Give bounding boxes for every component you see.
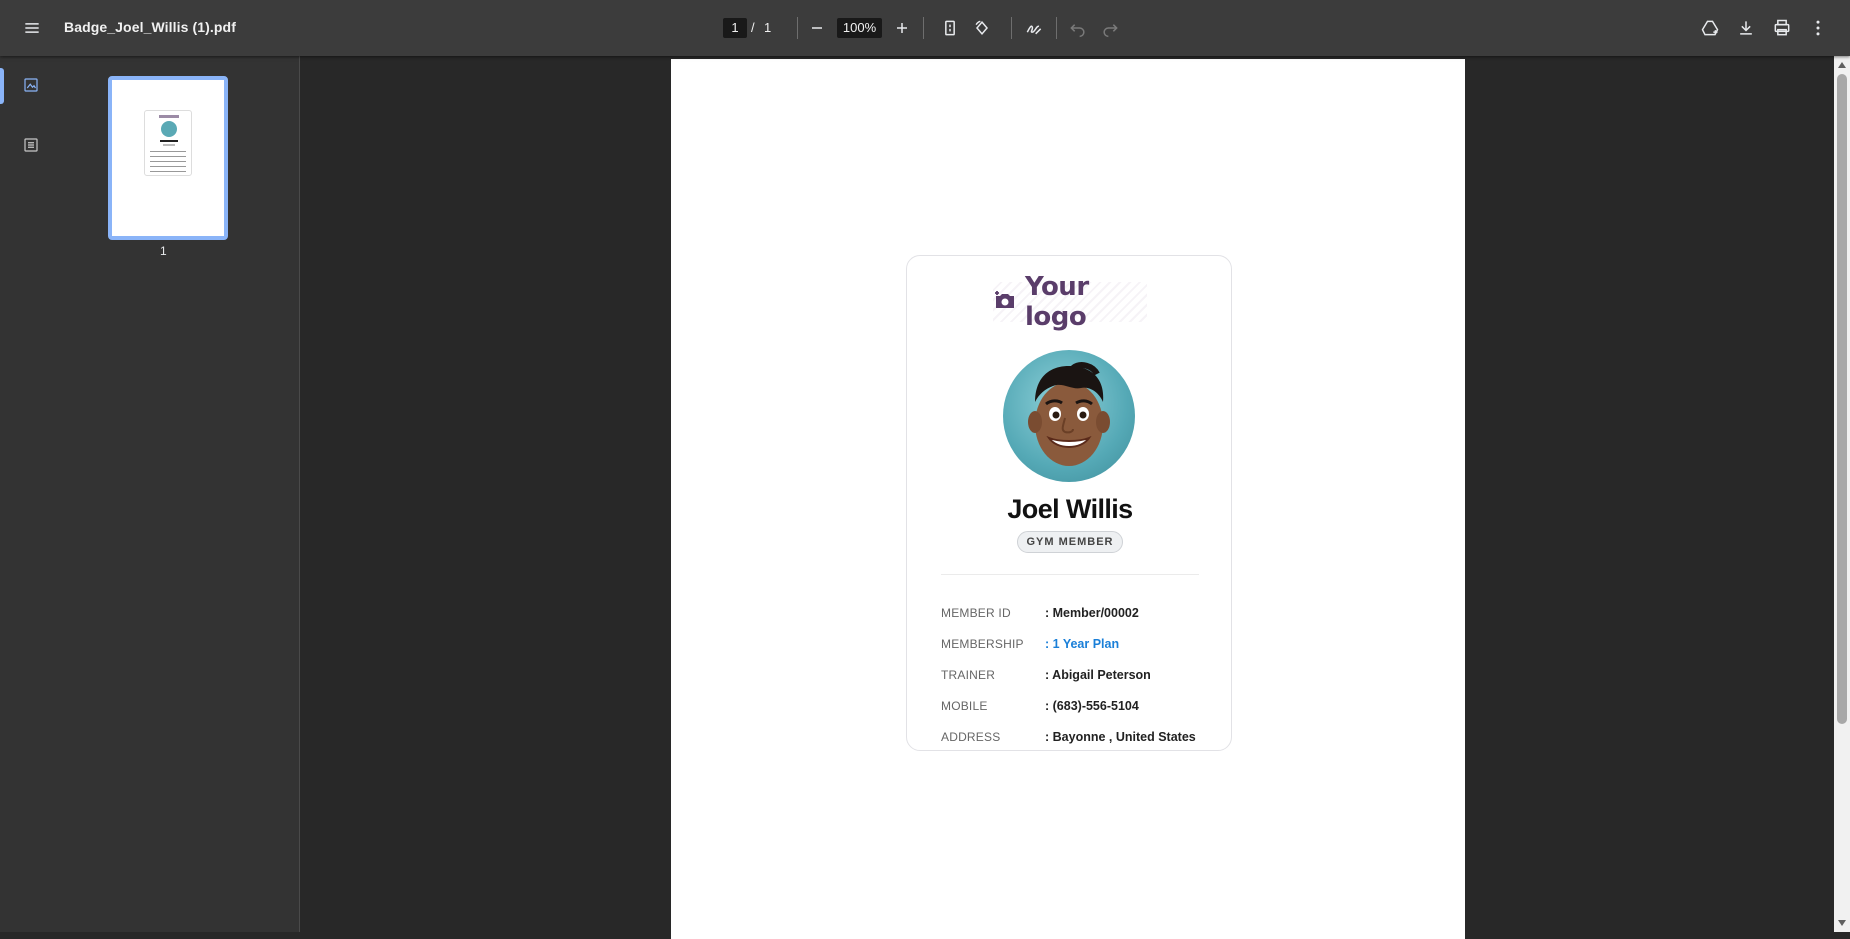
annotate-icon[interactable] (1018, 12, 1050, 44)
add-photo-icon (993, 288, 1017, 317)
pdf-toolbar: Badge_Joel_Willis (1).pdf 1 / 1 100% (0, 0, 1850, 56)
thumbnail-badge-preview (144, 110, 192, 176)
toolbar-divider (1011, 17, 1012, 39)
menu-icon[interactable] (16, 12, 48, 44)
member-badge-card: Your logo Joel Willis GYM MEMBER MEMBER … (906, 255, 1232, 751)
toolbar-divider (923, 17, 924, 39)
thumbnail-page-number: 1 (160, 244, 167, 258)
active-tab-indicator (0, 68, 4, 104)
zoom-input[interactable]: 100% (837, 18, 882, 38)
field-row-member-id: MEMBER ID : Member/00002 (941, 606, 1231, 626)
field-row-address: ADDRESS : Bayonne , United States (941, 730, 1231, 750)
logo-placeholder: Your logo (993, 272, 1147, 332)
document-viewer: Your logo Joel Willis GYM MEMBER MEMBER … (301, 56, 1833, 939)
image-icon[interactable] (22, 76, 46, 100)
field-row-membership: MEMBERSHIP : 1 Year Plan (941, 637, 1231, 657)
page-separator: / (751, 20, 755, 35)
zoom-in-button[interactable] (886, 12, 918, 44)
field-label: ADDRESS (941, 730, 1001, 744)
card-divider (941, 574, 1199, 575)
field-label: MEMBER ID (941, 606, 1011, 620)
redo-icon[interactable] (1094, 12, 1126, 44)
thumbnail-sidebar: 1 (0, 56, 300, 932)
member-avatar (1003, 350, 1135, 482)
outline-icon[interactable] (22, 136, 46, 160)
field-value: : Abigail Peterson (1045, 668, 1151, 682)
total-pages: 1 (764, 20, 772, 35)
rotate-icon[interactable] (966, 12, 998, 44)
current-page-input[interactable]: 1 (723, 18, 747, 38)
field-value: : Member/00002 (1045, 606, 1139, 620)
undo-icon[interactable] (1062, 12, 1094, 44)
toolbar-divider (797, 17, 798, 39)
scrollbar-thumb[interactable] (1837, 74, 1847, 724)
page-thumbnail[interactable] (108, 76, 228, 240)
logo-text: Your logo (1025, 272, 1089, 332)
drive-save-icon[interactable] (1694, 12, 1726, 44)
toolbar-divider (1056, 17, 1057, 39)
fit-page-icon[interactable] (934, 12, 966, 44)
field-label: TRAINER (941, 668, 996, 682)
field-row-trainer: TRAINER : Abigail Peterson (941, 668, 1231, 688)
print-icon[interactable] (1766, 12, 1798, 44)
avatar-face-illustration (1028, 362, 1110, 466)
member-name: Joel Willis (1007, 494, 1133, 524)
field-value: : Bayonne , United States (1045, 730, 1196, 744)
scroll-up-arrow-icon[interactable] (1838, 62, 1846, 68)
more-icon[interactable] (1802, 12, 1834, 44)
file-title: Badge_Joel_Willis (1).pdf (64, 19, 236, 35)
field-label: MOBILE (941, 699, 988, 713)
membership-link[interactable]: : 1 Year Plan (1045, 637, 1119, 651)
field-label: MEMBERSHIP (941, 637, 1024, 651)
pdf-page: Your logo Joel Willis GYM MEMBER MEMBER … (671, 59, 1465, 939)
zoom-out-button[interactable] (801, 12, 833, 44)
field-row-mobile: MOBILE : (683)-556-5104 (941, 699, 1231, 719)
scroll-down-arrow-icon[interactable] (1838, 920, 1846, 926)
download-icon[interactable] (1730, 12, 1762, 44)
role-badge: GYM MEMBER (1017, 531, 1123, 553)
vertical-scrollbar[interactable] (1834, 56, 1850, 932)
field-value: : (683)-556-5104 (1045, 699, 1139, 713)
